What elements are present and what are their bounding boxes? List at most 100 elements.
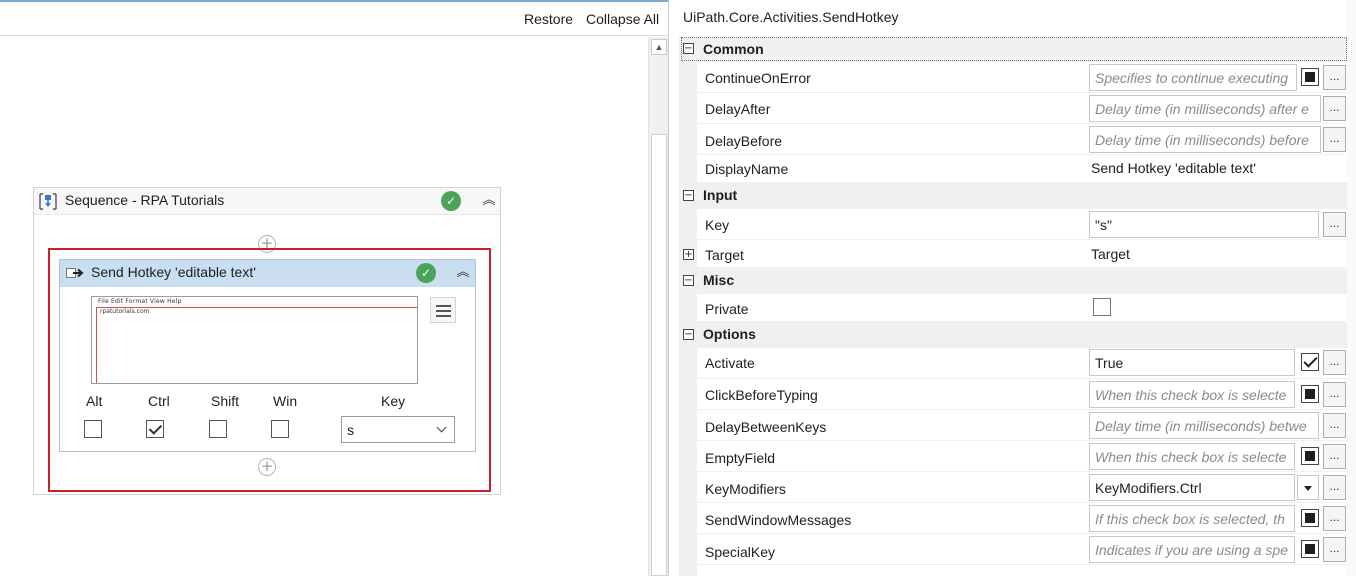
- continue-on-error-checkbox[interactable]: [1301, 68, 1319, 86]
- hamburger-menu-icon[interactable]: [430, 297, 456, 323]
- delay-between-keys-input[interactable]: Delay time (in milliseconds) betwe: [1089, 412, 1319, 439]
- alt-checkbox[interactable]: [84, 420, 102, 438]
- input-placeholder: If this check box is selected, th: [1095, 511, 1285, 527]
- collapse-icon[interactable]: −: [683, 190, 694, 201]
- workflow-designer: Restore Collapse All ▲ Sequence - RPA Tu…: [0, 0, 668, 576]
- property-send-window-messages: SendWindowMessages If this check box is …: [679, 503, 1347, 534]
- input-placeholder: Specifies to continue executing: [1095, 70, 1289, 86]
- ellipsis-button[interactable]: ...: [1323, 127, 1346, 152]
- key-modifiers-dropdown-button[interactable]: [1297, 475, 1319, 500]
- ctrl-checkbox[interactable]: [146, 420, 164, 438]
- delay-after-input[interactable]: Delay time (in milliseconds) after e: [1089, 95, 1321, 122]
- input-placeholder: Delay time (in milliseconds) betwe: [1095, 418, 1307, 434]
- send-hotkey-activity[interactable]: Send Hotkey 'editable text' ✓ ︽ File Edi…: [59, 259, 476, 452]
- continue-on-error-input[interactable]: Specifies to continue executing: [1089, 64, 1297, 91]
- sequence-header[interactable]: Sequence - RPA Tutorials ✓ ︽: [34, 188, 500, 215]
- target-value[interactable]: Target: [1091, 246, 1130, 262]
- collapse-icon[interactable]: −: [683, 275, 694, 286]
- send-window-messages-input[interactable]: If this check box is selected, th: [1089, 505, 1295, 532]
- ellipsis-button[interactable]: ...: [1323, 413, 1346, 438]
- property-private: Private: [679, 294, 1347, 322]
- ellipsis-button[interactable]: ...: [1323, 506, 1346, 531]
- ellipsis-button[interactable]: ...: [1323, 444, 1346, 469]
- target-screenshot-preview: File Edit Format View Help rpatutorials.…: [91, 296, 418, 384]
- win-checkbox[interactable]: [271, 420, 289, 438]
- double-chevron-up-icon[interactable]: ︽: [481, 193, 497, 209]
- key-dropdown-value: s: [347, 422, 354, 438]
- modifier-label-win: Win: [273, 393, 298, 409]
- restore-link[interactable]: Restore: [524, 11, 573, 27]
- row-gutter: [679, 565, 697, 576]
- ellipsis-button[interactable]: ...: [1323, 382, 1346, 407]
- add-activity-bottom-plus-icon[interactable]: +: [258, 458, 276, 476]
- modifier-label-alt: Alt: [86, 393, 103, 409]
- row-gutter: [679, 209, 697, 239]
- property-delay-between-keys: DelayBetweenKeys Delay time (in millisec…: [679, 410, 1347, 441]
- activate-checkbox[interactable]: [1301, 353, 1319, 371]
- row-gutter: [679, 503, 697, 533]
- chevron-down-icon: [436, 422, 447, 433]
- category-input[interactable]: − Input: [679, 183, 1347, 209]
- row-gutter: [679, 124, 697, 154]
- special-key-input[interactable]: Indicates if you are using a spe: [1089, 536, 1295, 563]
- ellipsis-button[interactable]: ...: [1323, 212, 1346, 237]
- property-special-key: SpecialKey Indicates if you are using a …: [679, 534, 1347, 565]
- click-before-typing-input[interactable]: When this check box is selecte: [1089, 381, 1295, 408]
- empty-field-checkbox[interactable]: [1301, 447, 1319, 465]
- sequence-icon: [39, 193, 57, 210]
- ellipsis-button[interactable]: ...: [1323, 96, 1346, 121]
- empty-field-input[interactable]: When this check box is selecte: [1089, 443, 1295, 470]
- row-gutter: [679, 348, 697, 378]
- input-placeholder: Indicates if you are using a spe: [1095, 542, 1289, 558]
- check-circle-icon: ✓: [416, 263, 436, 283]
- send-hotkey-header[interactable]: Send Hotkey 'editable text' ✓ ︽: [60, 260, 475, 287]
- row-gutter: [679, 441, 697, 471]
- category-options[interactable]: − Options: [679, 322, 1347, 348]
- send-window-messages-checkbox[interactable]: [1301, 509, 1319, 527]
- property-name: Target: [705, 247, 744, 263]
- ellipsis-button[interactable]: ...: [1323, 475, 1346, 500]
- expand-icon[interactable]: +: [683, 249, 694, 260]
- property-name: SendWindowMessages: [705, 512, 852, 528]
- property-name: Private: [705, 301, 749, 317]
- property-empty-field: EmptyField When this check box is select…: [679, 441, 1347, 472]
- delay-before-input[interactable]: Delay time (in milliseconds) before: [1089, 126, 1321, 153]
- ellipsis-button[interactable]: ...: [1323, 65, 1346, 90]
- special-key-checkbox[interactable]: [1301, 540, 1319, 558]
- row-gutter: [679, 472, 697, 502]
- modifier-label-shift: Shift: [211, 393, 240, 409]
- sequence-title: Sequence - RPA Tutorials: [65, 192, 225, 208]
- display-name-value[interactable]: Send Hotkey 'editable text': [1091, 160, 1256, 176]
- activate-input[interactable]: True: [1089, 349, 1295, 376]
- row-gutter: [679, 534, 697, 564]
- property-click-before-typing: ClickBeforeTyping When this check box is…: [679, 379, 1347, 410]
- key-input[interactable]: "s": [1089, 211, 1319, 238]
- category-label: Input: [703, 187, 738, 203]
- category-misc[interactable]: − Misc: [679, 268, 1347, 294]
- collapse-icon[interactable]: −: [683, 329, 694, 340]
- double-chevron-up-icon[interactable]: ︽: [455, 265, 471, 281]
- private-checkbox[interactable]: [1093, 298, 1111, 316]
- row-gutter: [679, 410, 697, 440]
- input-placeholder: When this check box is selecte: [1095, 449, 1287, 465]
- scrollbar-thumb[interactable]: [651, 134, 667, 576]
- collapse-all-link[interactable]: Collapse All: [586, 11, 659, 27]
- input-placeholder: Delay time (in milliseconds) before: [1095, 132, 1309, 148]
- designer-toolbar: Restore Collapse All: [0, 2, 668, 36]
- key-modifiers-input[interactable]: KeyModifiers.Ctrl: [1089, 474, 1295, 501]
- selected-row-focus: [681, 37, 1347, 61]
- send-hotkey-icon: [66, 268, 84, 278]
- property-delay-after: DelayAfter Delay time (in milliseconds) …: [679, 93, 1347, 124]
- property-delay-before: DelayBefore Delay time (in milliseconds)…: [679, 124, 1347, 155]
- input-value: True: [1095, 355, 1124, 371]
- properties-scroll-edge: [1347, 0, 1356, 576]
- ellipsis-button[interactable]: ...: [1323, 537, 1346, 562]
- ellipsis-button[interactable]: ...: [1323, 350, 1346, 375]
- shift-checkbox[interactable]: [209, 420, 227, 438]
- click-before-typing-checkbox[interactable]: [1301, 385, 1319, 403]
- row-gutter: [679, 155, 697, 182]
- designer-vertical-scrollbar[interactable]: ▲: [648, 37, 668, 576]
- input-placeholder: Delay time (in milliseconds) after e: [1095, 101, 1309, 117]
- scroll-up-arrow-icon[interactable]: ▲: [651, 39, 667, 55]
- key-dropdown[interactable]: s: [341, 416, 455, 443]
